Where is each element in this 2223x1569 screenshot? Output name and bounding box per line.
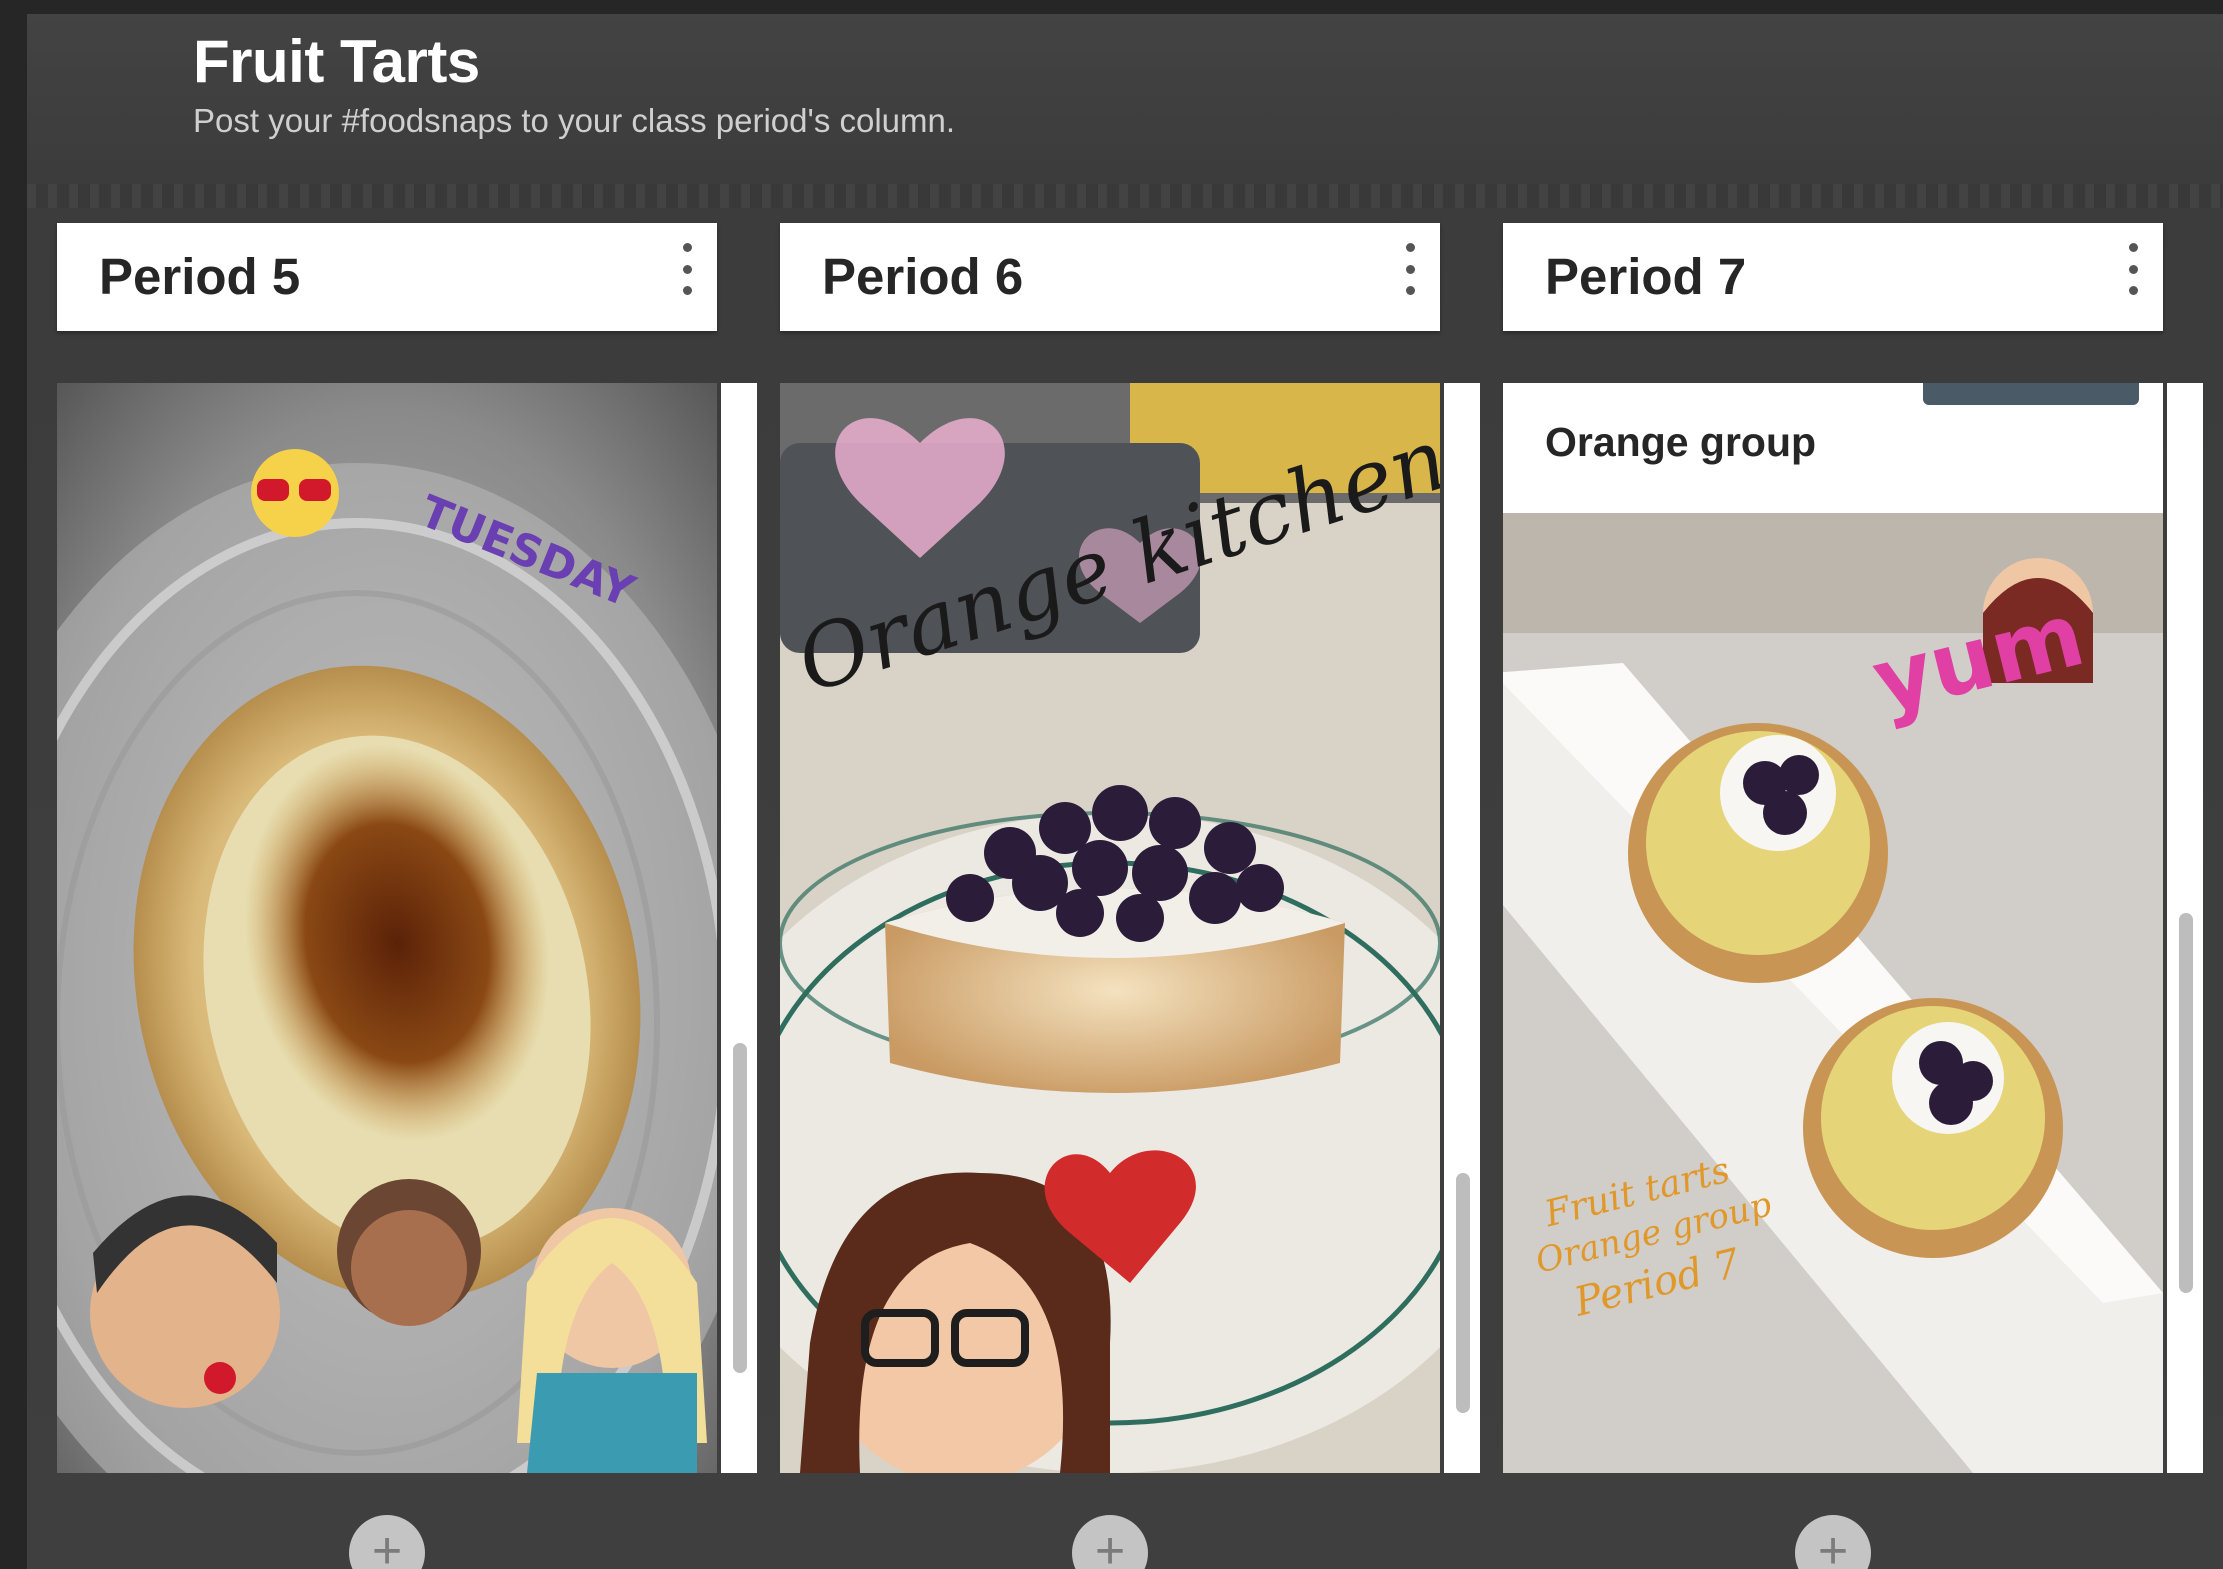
column-title: Period 5 <box>99 248 301 305</box>
add-post-button[interactable]: + <box>1072 1515 1148 1569</box>
tart-photo: yum <box>1503 513 2163 1473</box>
column-period-5: Period 5 TUESDAY + <box>57 223 757 1569</box>
board-title: Fruit Tarts <box>193 28 480 95</box>
column-title: Period 6 <box>822 248 1024 305</box>
tart-photo: Orange kitchen <box>780 383 1440 1473</box>
column-header: Period 5 <box>57 223 717 331</box>
padlet-board: Fruit Tarts Post your #foodsnaps to your… <box>27 14 2223 1569</box>
column-title: Period 7 <box>1545 248 1747 305</box>
scrollbar[interactable] <box>721 383 757 1473</box>
board-subtitle: Post your #foodsnaps to your class perio… <box>193 102 956 139</box>
kebab-menu-icon[interactable] <box>675 243 699 295</box>
post-title: Orange group <box>1545 419 1817 465</box>
post-card[interactable]: TUESDAY <box>57 383 717 1473</box>
post-card[interactable]: Orange kitchen <box>780 383 1440 1473</box>
column-period-7: Period 7 Orange group yum Fruit tarts Or… <box>1503 223 2203 1569</box>
kebab-menu-icon[interactable] <box>1398 243 1422 295</box>
plus-icon: + <box>1094 1522 1126 1569</box>
column-header: Period 6 <box>780 223 1440 331</box>
post-list: TUESDAY <box>57 383 757 1473</box>
post-list: Orange group yum Fruit tarts Orange grou… <box>1503 383 2203 1473</box>
column-period-6: Period 6 Orange kitchen + <box>780 223 1480 1569</box>
post-label: Orange group <box>1503 383 2163 513</box>
add-post-button[interactable]: + <box>1795 1515 1871 1569</box>
kebab-menu-icon[interactable] <box>2121 243 2145 295</box>
tart-photo: TUESDAY <box>57 383 717 1473</box>
post-list: Orange kitchen <box>780 383 1480 1473</box>
plus-icon: + <box>371 1522 403 1569</box>
post-tab <box>1923 383 2139 405</box>
plus-icon: + <box>1817 1522 1849 1569</box>
column-header: Period 7 <box>1503 223 2163 331</box>
post-card[interactable]: Orange group yum Fruit tarts Orange grou… <box>1503 383 2163 1473</box>
add-post-button[interactable]: + <box>349 1515 425 1569</box>
scrollbar[interactable] <box>1444 383 1480 1473</box>
scrollbar[interactable] <box>2167 383 2203 1473</box>
